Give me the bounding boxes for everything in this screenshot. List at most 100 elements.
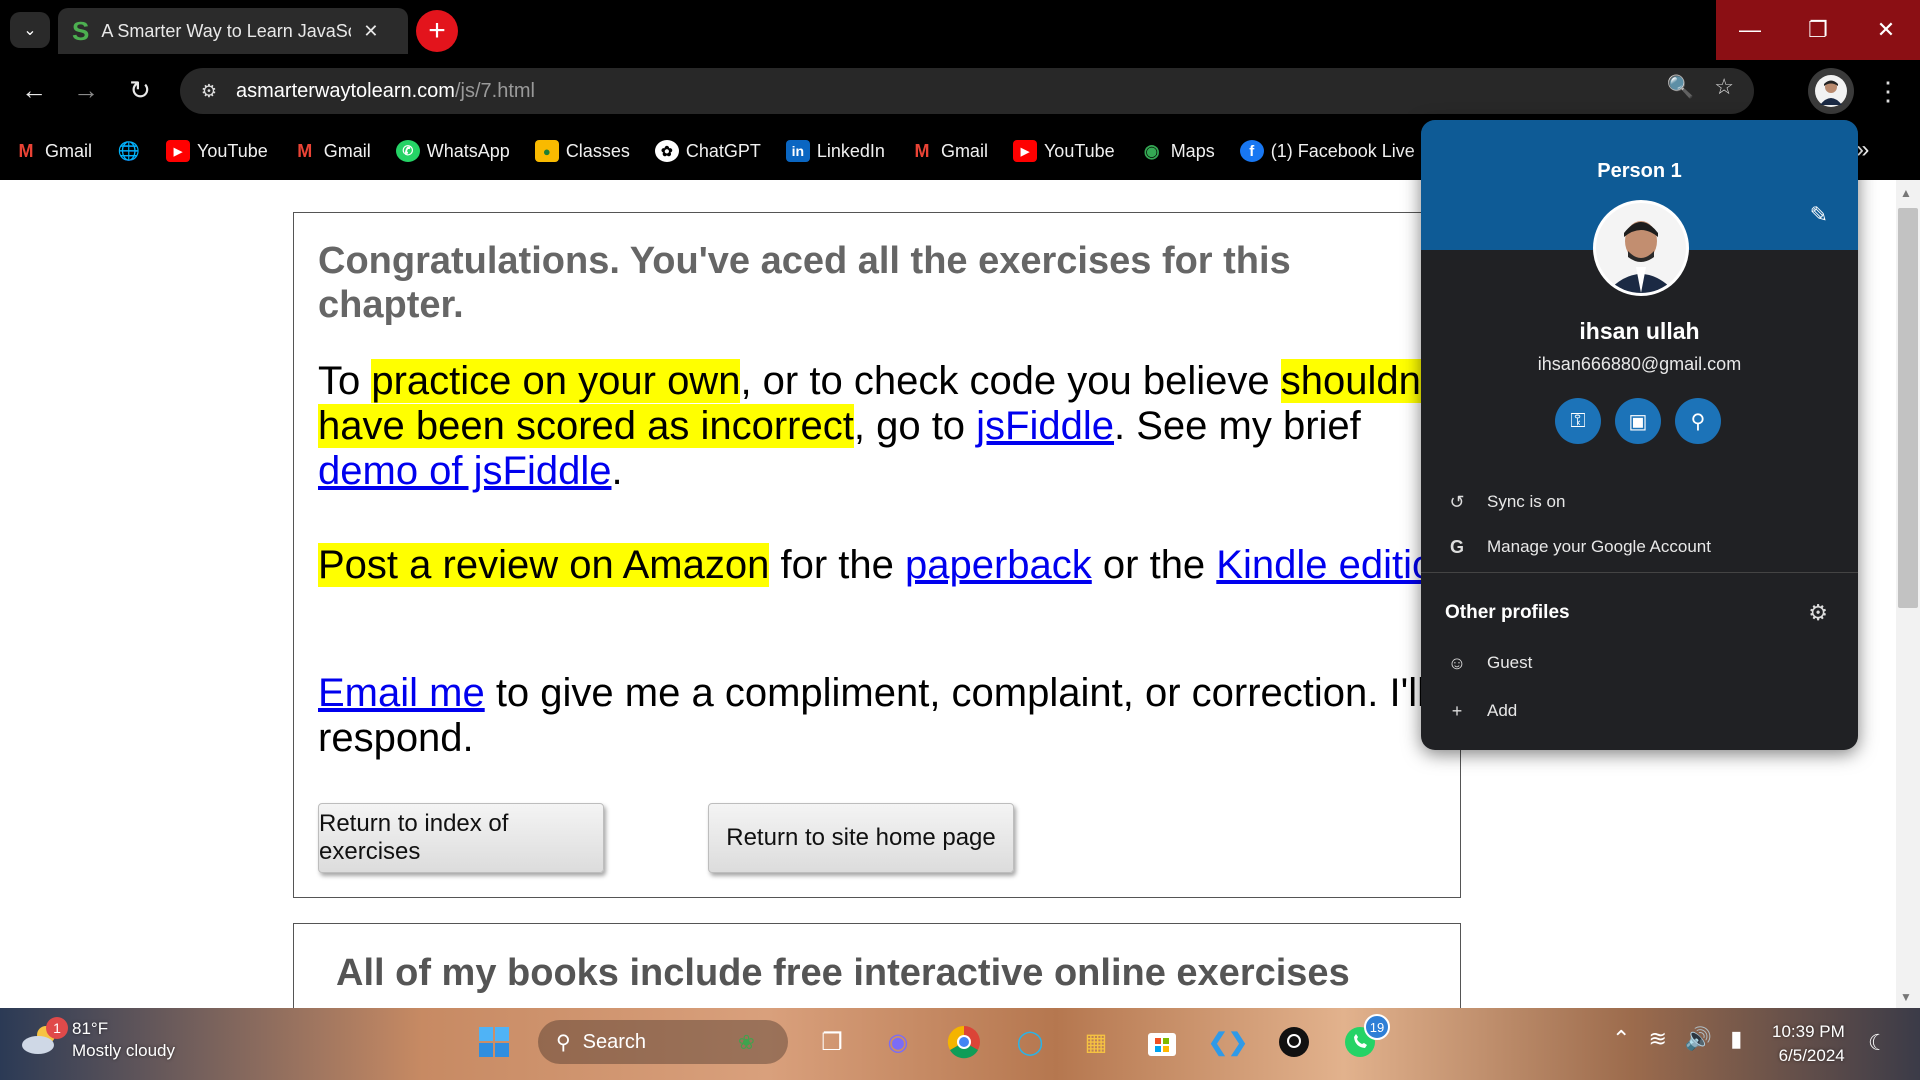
return-to-home-button[interactable]: Return to site home page <box>708 803 1014 873</box>
bookmark-label: Classes <box>565 140 630 161</box>
browser-menu-button[interactable]: ⋮ <box>1870 68 1906 114</box>
minimize-button[interactable]: — <box>1716 0 1784 60</box>
return-to-index-button[interactable]: Return to index of exercises <box>318 803 604 873</box>
youtube-icon: ▶ <box>166 140 191 162</box>
bookmark-gmail[interactable]: M Gmail <box>293 140 371 162</box>
video-camera-icon: ◉ <box>887 1028 909 1056</box>
bookmark-facebook[interactable]: f (1) Facebook Live | <box>1239 140 1424 162</box>
system-clock[interactable]: 10:39 PM 6/5/2024 <box>1772 1020 1845 1068</box>
guest-person-icon: ☺ <box>1447 652 1467 673</box>
url-host: asmarterwaytolearn.com <box>236 79 455 102</box>
url-text[interactable]: asmarterwaytolearn.com/js/7.html <box>236 80 535 103</box>
github-app[interactable] <box>1272 1020 1316 1064</box>
youtube-icon: ▶ <box>1012 140 1037 162</box>
weather-desc: Mostly cloudy <box>72 1041 175 1060</box>
address-bar[interactable]: ⚙ asmarterwaytolearn.com/js/7.html 🔍 ☆ <box>180 68 1754 114</box>
microsoft-store-app[interactable] <box>1140 1020 1184 1064</box>
gear-icon[interactable]: ⚙ <box>1808 600 1828 626</box>
taskbar-apps: ⚲ Search ❀ ❐ ◉ ◯ ▦ ❮❯ 19 <box>472 1014 1390 1064</box>
new-tab-button[interactable]: + <box>416 10 458 52</box>
volume-icon[interactable]: 🔊 <box>1685 1026 1712 1052</box>
text: , go to <box>853 404 977 448</box>
scroll-down-icon[interactable]: ▼ <box>1900 990 1912 1004</box>
tab-title: A Smarter Way to Learn JavaScr <box>101 20 352 41</box>
bookmark-label: ChatGPT <box>685 140 761 161</box>
chrome-app[interactable] <box>942 1020 986 1064</box>
edge-app[interactable]: ◯ <box>1008 1020 1052 1064</box>
taskbar-search[interactable]: ⚲ Search ❀ <box>538 1020 788 1064</box>
jsfiddle-link[interactable]: jsFiddle <box>976 404 1114 448</box>
bookmark-whatsapp[interactable]: ✆ WhatsApp <box>395 140 510 162</box>
omnibox-actions: 🔍 ☆ <box>1667 74 1734 100</box>
scroll-up-icon[interactable]: ▲ <box>1900 186 1912 200</box>
whatsapp-app[interactable]: 19 <box>1338 1014 1390 1064</box>
chevron-up-icon[interactable]: ⌃ <box>1612 1026 1630 1052</box>
bookmark-label: Maps <box>1170 140 1215 161</box>
chatgpt-icon: ✿ <box>654 140 679 162</box>
close-icon: ✕ <box>1876 17 1896 42</box>
bookmark-globe[interactable]: 🌐 <box>117 140 141 162</box>
meet-app[interactable]: ◉ <box>876 1020 920 1064</box>
reload-button[interactable]: ↻ <box>118 68 162 112</box>
windows-logo-icon <box>479 1027 509 1057</box>
jsfiddle-demo-link[interactable]: demo of jsFiddle <box>318 449 611 493</box>
edit-pencil-icon[interactable]: ✎ <box>1810 202 1828 228</box>
bookmark-gmail[interactable]: M Gmail <box>910 140 988 162</box>
active-tab[interactable]: S A Smarter Way to Learn JavaScr ✕ <box>58 8 408 54</box>
bookmark-gmail[interactable]: M Gmail <box>14 140 93 162</box>
battery-icon[interactable]: ▮ <box>1730 1026 1742 1052</box>
addresses-button[interactable]: ⚲ <box>1675 398 1721 444</box>
github-icon <box>1279 1027 1309 1057</box>
paperback-link[interactable]: paperback <box>905 543 1092 587</box>
add-profile-row[interactable]: + Add <box>1421 689 1858 733</box>
highlighted-text: practice on your own <box>371 359 741 403</box>
gmail-icon: M <box>297 140 313 161</box>
task-view-button[interactable]: ❐ <box>810 1020 854 1064</box>
bookmark-youtube[interactable]: ▶ YouTube <box>1012 140 1115 162</box>
arrow-left-icon: ← <box>21 74 47 105</box>
bookmark-maps[interactable]: ◉ Maps <box>1140 140 1215 162</box>
bookmark-label: Gmail <box>45 140 93 161</box>
text: . <box>611 449 623 493</box>
profile-header-name: Person 1 <box>1597 160 1682 182</box>
forward-button[interactable]: → <box>64 68 108 112</box>
bookmark-classes[interactable]: ● Classes <box>534 140 630 162</box>
zoom-icon[interactable]: 🔍 <box>1667 74 1694 100</box>
manage-account-row[interactable]: G Manage your Google Account <box>1421 525 1858 569</box>
text: for the <box>769 543 905 587</box>
bookmark-star-icon[interactable]: ☆ <box>1714 74 1734 100</box>
guest-profile-row[interactable]: ☺ Guest <box>1421 641 1858 685</box>
bookmark-label: WhatsApp <box>426 140 510 161</box>
weather-widget[interactable]: 1 81°F Mostly cloudy <box>20 1017 175 1062</box>
books-heading: All of my books include free interactive… <box>336 952 1350 994</box>
file-explorer-app[interactable]: ▦ <box>1074 1020 1118 1064</box>
more-vert-icon: ⋮ <box>1875 75 1901 106</box>
practice-paragraph: To practice on your own, or to check cod… <box>318 359 1468 494</box>
email-me-link[interactable]: Email me <box>318 671 485 715</box>
close-tab-icon[interactable]: ✕ <box>363 21 378 42</box>
sync-status-row[interactable]: ↺ Sync is on <box>1421 480 1858 524</box>
bookmark-label: YouTube <box>1043 140 1115 161</box>
wifi-icon[interactable]: ≋ <box>1648 1026 1666 1052</box>
notification-bell-icon[interactable]: ☾ <box>1868 1030 1888 1056</box>
site-info-icon[interactable]: ⚙ <box>192 74 226 108</box>
scrollbar-thumb[interactable] <box>1898 208 1918 608</box>
reload-icon: ↻ <box>129 74 151 105</box>
vscode-app[interactable]: ❮❯ <box>1206 1020 1250 1064</box>
payment-methods-button[interactable]: ▣ <box>1615 398 1661 444</box>
bookmark-chatgpt[interactable]: ✿ ChatGPT <box>654 140 761 162</box>
bookmark-youtube[interactable]: ▶ YouTube <box>166 140 268 162</box>
profile-email: ihsan666880@gmail.com <box>1537 354 1742 374</box>
add-label: Add <box>1487 701 1518 720</box>
profile-user-name: ihsan ullah <box>1579 318 1700 344</box>
bookmark-linkedin[interactable]: in LinkedIn <box>785 140 885 162</box>
tab-search-button[interactable]: ⌄ <box>10 12 50 48</box>
restore-button[interactable]: ❐ <box>1784 0 1852 60</box>
weather-badge: 1 <box>46 1017 68 1039</box>
bookmarks-overflow-icon[interactable]: » <box>1856 136 1869 164</box>
passwords-button[interactable]: ⚿ <box>1555 398 1601 444</box>
close-window-button[interactable]: ✕ <box>1852 0 1920 60</box>
profile-avatar-button[interactable] <box>1808 68 1854 114</box>
back-button[interactable]: ← <box>12 68 56 112</box>
start-button[interactable] <box>472 1020 516 1064</box>
